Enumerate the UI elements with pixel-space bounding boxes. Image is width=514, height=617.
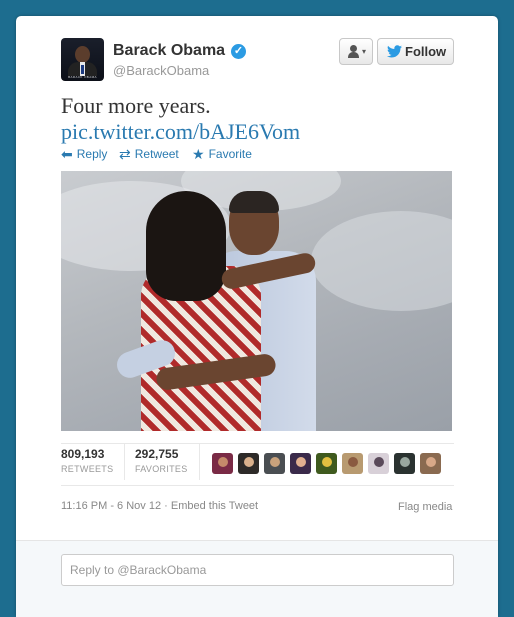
user-handle[interactable]: @BarackObama xyxy=(113,63,209,78)
twitter-bird-icon xyxy=(387,45,402,60)
tweet-photo[interactable] xyxy=(61,171,452,431)
person-icon xyxy=(348,45,359,58)
favoriter-avatar[interactable] xyxy=(290,453,311,474)
flag-media-link[interactable]: Flag media xyxy=(398,501,452,513)
favoriter-face xyxy=(270,457,280,467)
favoriter-face xyxy=(296,457,306,467)
favorite-action[interactable]: ★ Favorite xyxy=(192,146,252,163)
divider xyxy=(61,485,454,486)
divider xyxy=(199,444,200,480)
reply-label: Reply xyxy=(76,147,108,161)
verified-icon: ✓ xyxy=(231,44,246,59)
user-name[interactable]: Barack Obama xyxy=(113,42,225,60)
tweet-text: Four more years. xyxy=(61,93,211,118)
star-icon: ★ xyxy=(192,146,205,162)
avatar-face xyxy=(75,46,90,63)
tweet-meta: 11:16 PM - 6 Nov 12 · Embed this Tweet xyxy=(61,500,258,512)
avatar-caption: BARACK OBAMA xyxy=(68,75,97,79)
follow-label: Follow xyxy=(405,44,447,59)
photo-man-hair xyxy=(229,191,279,213)
chevron-down-icon: ▾ xyxy=(362,47,367,56)
retweets-stat[interactable]: 809,193 RETWEETS xyxy=(61,447,113,474)
reply-input[interactable] xyxy=(61,554,454,586)
favoriter-face xyxy=(426,457,436,467)
favoriter-face xyxy=(218,457,228,467)
tweet-card: BARACK OBAMA Barack Obama ✓ @BarackObama… xyxy=(16,16,498,617)
reply-action[interactable]: ⬅ Reply xyxy=(61,146,107,163)
favoriter-face xyxy=(322,457,332,467)
photo-woman-hair xyxy=(146,191,226,301)
retweet-label: Retweet xyxy=(134,147,179,161)
favoriter-avatar[interactable] xyxy=(368,453,389,474)
embed-tweet-link[interactable]: Embed this Tweet xyxy=(171,500,258,512)
divider xyxy=(124,444,125,480)
reply-box xyxy=(16,540,498,617)
divider xyxy=(61,443,454,444)
favoriter-avatar[interactable] xyxy=(316,453,337,474)
user-actions-button[interactable]: ▾ xyxy=(339,38,373,65)
retweets-count: 809,193 xyxy=(61,447,105,461)
follow-button[interactable]: Follow xyxy=(377,38,454,65)
timestamp-link[interactable]: 11:16 PM - 6 Nov 12 xyxy=(61,500,161,512)
favorites-label: FAVORITES xyxy=(135,464,188,474)
favoriter-avatar[interactable] xyxy=(212,453,233,474)
favoriter-avatar[interactable] xyxy=(420,453,441,474)
favoriter-face xyxy=(348,457,358,467)
reply-icon: ⬅ xyxy=(61,146,73,162)
retweet-icon: ⇄ xyxy=(119,146,131,162)
favorite-label: Favorite xyxy=(208,147,252,161)
favoriter-avatar[interactable] xyxy=(342,453,363,474)
favoriter-avatar[interactable] xyxy=(238,453,259,474)
avatar-tie xyxy=(81,65,84,74)
favorites-count: 292,755 xyxy=(135,447,179,461)
favoriter-face xyxy=(244,457,254,467)
retweet-action[interactable]: ⇄ Retweet xyxy=(119,146,179,163)
meta-separator: · xyxy=(164,500,168,512)
avatar[interactable]: BARACK OBAMA xyxy=(61,38,104,81)
tweet-media-link[interactable]: pic.twitter.com/bAJE6Vom xyxy=(61,119,300,145)
favoriter-avatar[interactable] xyxy=(394,453,415,474)
retweets-label: RETWEETS xyxy=(61,464,114,474)
favoriter-face xyxy=(374,457,384,467)
favoriter-face xyxy=(400,457,410,467)
favorites-stat[interactable]: 292,755 FAVORITES xyxy=(135,447,188,474)
favoriter-avatar[interactable] xyxy=(264,453,285,474)
